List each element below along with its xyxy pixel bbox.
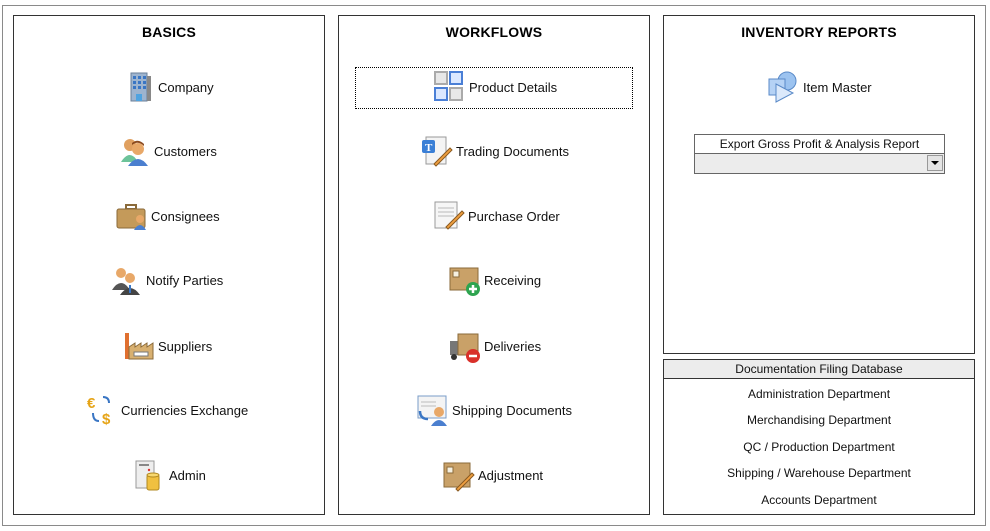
receiving-label: Receiving [484, 272, 542, 288]
department-link-administration[interactable]: Administration Department [664, 387, 974, 401]
contract-pencil-icon [434, 201, 465, 230]
box-pencil-icon [443, 462, 475, 492]
svg-text:€: € [87, 395, 96, 412]
users-icon [121, 139, 148, 166]
basics-panel: BASICS Company Customers Consignees Noti… [13, 15, 325, 515]
suppliers-button[interactable]: Suppliers [122, 329, 212, 363]
department-link-qc-production[interactable]: QC / Production Department [664, 440, 974, 454]
business-people-icon [112, 268, 140, 295]
admin-button[interactable]: Admin [133, 458, 206, 492]
trading-documents-button[interactable]: T Trading Documents [420, 134, 569, 168]
export-report-dropdown[interactable] [694, 153, 945, 174]
trading-documents-label: Trading Documents [456, 143, 569, 159]
item-master-button[interactable]: Item Master [767, 70, 872, 104]
customers-button[interactable]: Customers [118, 134, 217, 168]
workflows-title: WORKFLOWS [445, 24, 543, 40]
truck-remove-icon [450, 333, 480, 363]
customers-label: Customers [154, 143, 217, 159]
company-label: Company [158, 79, 214, 95]
currency-exchange-icon: € $ [87, 395, 111, 427]
inventory-reports-title: INVENTORY REPORTS [741, 24, 897, 40]
adjustment-button[interactable]: Adjustment [442, 458, 543, 492]
svg-text:$: $ [102, 411, 111, 427]
product-details-button[interactable]: Product Details [433, 70, 557, 104]
purchase-order-button[interactable]: Purchase Order [432, 199, 560, 233]
adjustment-label: Adjustment [478, 467, 544, 483]
text-document-edit-icon: T [422, 136, 453, 167]
department-link-shipping-warehouse[interactable]: Shipping / Warehouse Department [664, 466, 974, 480]
suppliers-label: Suppliers [158, 338, 213, 354]
chevron-down-icon [931, 161, 939, 165]
department-link-accounts[interactable]: Accounts Department [664, 493, 974, 507]
basics-title: BASICS [141, 24, 197, 40]
documentation-filing-panel: Documentation Filing Database Administra… [663, 359, 975, 515]
server-database-icon [135, 460, 160, 491]
workflows-panel: WORKFLOWS Product Details T Trading Docu… [338, 15, 650, 515]
shapes-icon [768, 71, 797, 103]
currencies-exchange-label: Curriencies Exchange [121, 402, 249, 418]
factory-icon [125, 333, 154, 360]
consignees-button[interactable]: Consignees [115, 199, 220, 233]
shipping-documents-label: Shipping Documents [452, 402, 572, 418]
product-details-label: Product Details [469, 79, 558, 95]
export-report-label: Export Gross Profit & Analysis Report [694, 134, 945, 153]
shipping-documents-button[interactable]: Shipping Documents [416, 393, 572, 427]
department-link-merchandising[interactable]: Merchandising Department [664, 413, 974, 427]
consignees-label: Consignees [151, 208, 220, 224]
export-report-group: Export Gross Profit & Analysis Report [694, 134, 945, 174]
notify-parties-label: Notify Parties [146, 272, 224, 288]
inventory-reports-panel: INVENTORY REPORTS Item Master Export Gro… [663, 15, 975, 354]
document-user-arrow-icon [417, 395, 447, 426]
company-button[interactable]: Company [122, 70, 214, 104]
currencies-exchange-button[interactable]: € $ Curriencies Exchange [85, 393, 248, 427]
deliveries-label: Deliveries [484, 338, 542, 354]
svg-text:T: T [425, 142, 433, 154]
box-add-icon [449, 267, 480, 296]
receiving-button[interactable]: Receiving [448, 263, 541, 297]
grid-squares-icon [434, 71, 463, 101]
deliveries-button[interactable]: Deliveries [448, 329, 541, 363]
building-icon [130, 72, 151, 102]
notify-parties-button[interactable]: Notify Parties [110, 263, 223, 297]
dropdown-arrow-button[interactable] [927, 155, 943, 171]
admin-label: Admin [169, 467, 206, 483]
documentation-filing-title: Documentation Filing Database [664, 360, 974, 379]
purchase-order-label: Purchase Order [468, 208, 560, 224]
briefcase-user-icon [116, 204, 146, 230]
item-master-label: Item Master [803, 79, 872, 95]
